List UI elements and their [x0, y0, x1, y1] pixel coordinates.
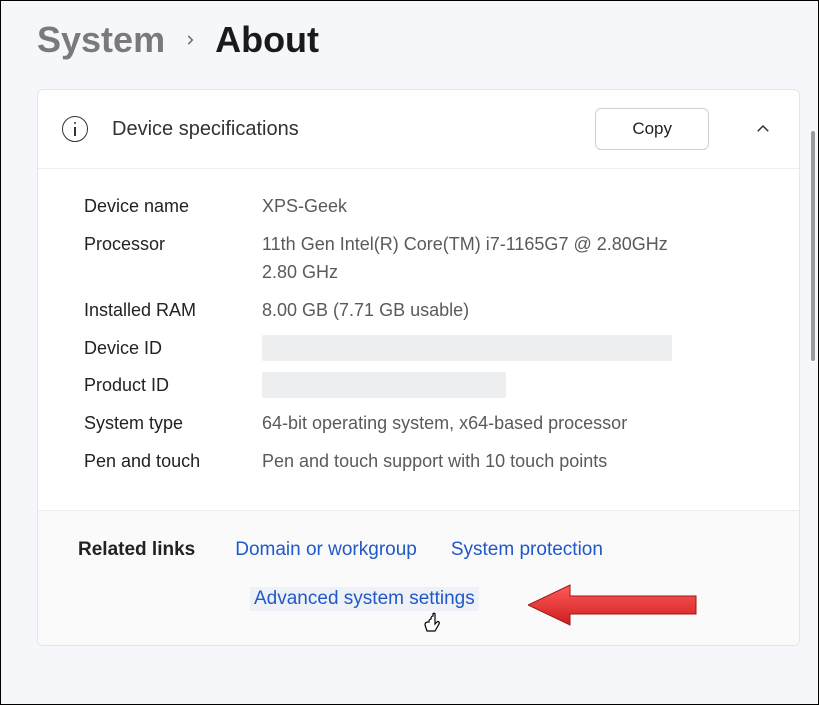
cursor-pointer-icon	[422, 611, 442, 641]
spec-row-processor: Processor 11th Gen Intel(R) Core(TM) i7-…	[84, 231, 775, 287]
spec-row-device-id: Device ID	[84, 335, 775, 363]
spec-row-ram: Installed RAM 8.00 GB (7.71 GB usable)	[84, 297, 775, 325]
spec-value: XPS-Geek	[262, 193, 347, 221]
card-title: Device specifications	[112, 118, 571, 141]
link-domain-workgroup[interactable]: Domain or workgroup	[235, 539, 417, 561]
redacted-value	[262, 335, 672, 361]
device-specifications-card: Device specifications Copy Device name X…	[37, 89, 800, 646]
spec-value: Pen and touch support with 10 touch poin…	[262, 448, 607, 476]
spec-value	[262, 335, 672, 361]
breadcrumb-parent[interactable]: System	[37, 19, 165, 61]
spec-row-system-type: System type 64-bit operating system, x64…	[84, 410, 775, 438]
spec-row-product-id: Product ID	[84, 372, 775, 400]
breadcrumb: System About	[1, 1, 818, 89]
scrollbar[interactable]	[811, 131, 815, 361]
spec-value: 11th Gen Intel(R) Core(TM) i7-1165G7 @ 2…	[262, 231, 682, 287]
card-header[interactable]: Device specifications Copy	[38, 90, 799, 169]
spec-label: System type	[84, 410, 262, 438]
specs-list: Device name XPS-Geek Processor 11th Gen …	[38, 169, 799, 510]
chevron-right-icon	[183, 26, 197, 54]
spec-label: Processor	[84, 231, 262, 259]
link-system-protection[interactable]: System protection	[451, 539, 603, 561]
related-links-section: Related links Domain or workgroup System…	[38, 510, 799, 645]
spec-value: 64-bit operating system, x64-based proce…	[262, 410, 627, 438]
breadcrumb-current: About	[215, 19, 319, 61]
chevron-up-icon[interactable]	[751, 117, 775, 141]
link-advanced-system-settings[interactable]: Advanced system settings	[250, 587, 479, 611]
spec-row-pen-touch: Pen and touch Pen and touch support with…	[84, 448, 775, 476]
spec-value: 8.00 GB (7.71 GB usable)	[262, 297, 469, 325]
spec-label: Product ID	[84, 372, 262, 400]
annotation-arrow-icon	[528, 581, 698, 634]
spec-label: Installed RAM	[84, 297, 262, 325]
spec-row-device-name: Device name XPS-Geek	[84, 193, 775, 221]
redacted-value	[262, 372, 506, 398]
related-links-title: Related links	[78, 539, 195, 561]
spec-label: Pen and touch	[84, 448, 262, 476]
spec-value	[262, 372, 506, 398]
spec-label: Device name	[84, 193, 262, 221]
info-icon	[62, 116, 88, 142]
copy-button[interactable]: Copy	[595, 108, 709, 150]
spec-label: Device ID	[84, 335, 262, 363]
